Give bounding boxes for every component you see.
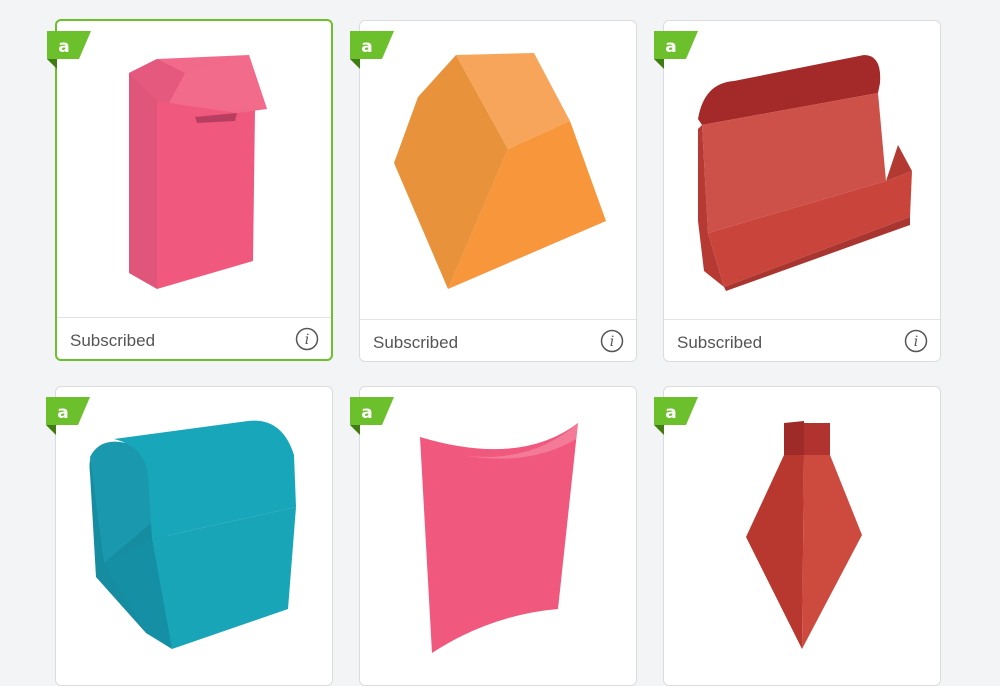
svg-text:i: i [610,334,614,350]
project-card[interactable]: a Subscribed i [654,20,941,364]
svg-text:a: a [665,37,676,57]
project-thumbnail [57,21,331,319]
svg-text:a: a [361,403,372,423]
project-card[interactable]: a [654,386,941,686]
project-card[interactable]: a [46,386,333,686]
project-card[interactable]: a Subscribed i [47,19,333,362]
svg-text:i: i [914,334,918,350]
card-footer: Subscribed i [360,319,636,364]
status-label: Subscribed [70,331,156,350]
svg-text:a: a [58,37,69,57]
card-footer: Subscribed i [57,317,331,362]
access-badge-icon: a [350,31,394,69]
project-thumbnail [664,21,940,319]
access-badge-icon: a [654,397,698,435]
access-badge-icon: a [350,397,394,435]
access-badge-icon: a [46,397,90,435]
access-badge-icon: a [47,31,91,69]
access-badge-icon: a [654,31,698,69]
project-card[interactable]: a Subscribed i [350,20,637,364]
card-footer: Subscribed i [664,319,940,364]
project-card[interactable]: a [350,386,637,686]
info-icon[interactable]: i [295,327,319,351]
project-thumbnail [360,387,636,685]
project-thumbnail [664,387,940,685]
svg-text:i: i [305,332,309,348]
svg-text:a: a [57,403,68,423]
svg-text:a: a [361,37,372,57]
info-icon[interactable]: i [600,329,624,353]
project-thumbnail [56,387,332,685]
status-label: Subscribed [677,333,763,352]
project-grid: a Subscribed i a Subscribed i a Subscrib… [0,0,1000,686]
project-thumbnail [360,21,636,319]
status-label: Subscribed [373,333,459,352]
info-icon[interactable]: i [904,329,928,353]
svg-text:a: a [665,403,676,423]
